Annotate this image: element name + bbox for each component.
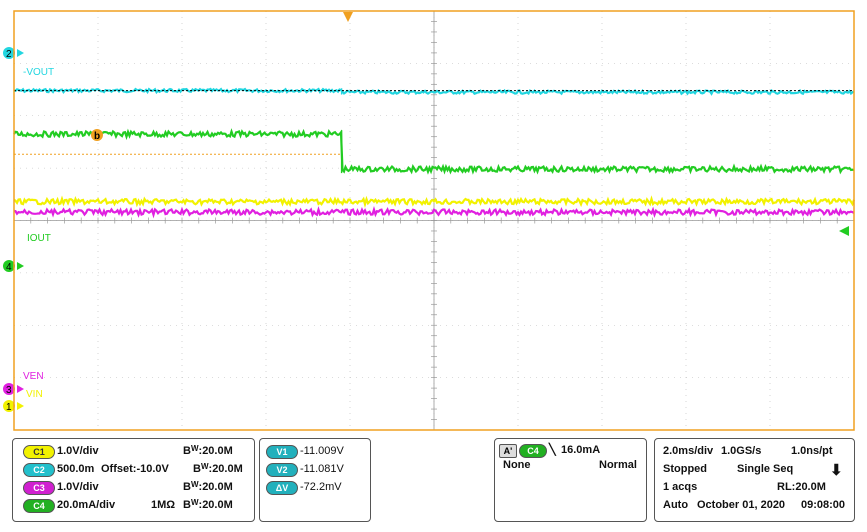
delta-v-value: -72.2mV bbox=[300, 481, 342, 493]
trigger-panel: A' C4 ╲ 16.0mA None Normal bbox=[494, 438, 647, 522]
acq-sequence: Single Seq bbox=[737, 463, 794, 475]
acq-count: 1 acqs bbox=[663, 481, 698, 493]
badge-c2[interactable]: C2 bbox=[23, 463, 55, 477]
badge-c3[interactable]: C3 bbox=[23, 481, 55, 495]
trace-label-vin: VIN bbox=[26, 389, 43, 400]
acq-down-arrow-icon: ⬇ bbox=[830, 462, 843, 479]
acq-date: October 01, 2020 bbox=[697, 499, 786, 511]
run-mode: Auto bbox=[663, 499, 689, 511]
v1-value: -11.009V bbox=[300, 445, 344, 457]
v2-value: -11.081V bbox=[300, 463, 344, 475]
trigger-coupling: None bbox=[503, 459, 531, 471]
sample-rate: 1.0GS/s bbox=[721, 445, 762, 457]
badge-v2[interactable]: V2 bbox=[266, 463, 298, 477]
trigger-edge-icon: ╲ bbox=[549, 444, 556, 456]
trigger-level: 16.0mA bbox=[561, 444, 601, 456]
acquisition-panel: 2.0ms/div 1.0GS/s 1.0ns/pt Stopped Singl… bbox=[654, 438, 855, 522]
resolution: 1.0ns/pt bbox=[791, 445, 833, 457]
record-length: RL:20.0M bbox=[777, 481, 826, 493]
channel-marker-label: 3 bbox=[6, 385, 12, 396]
c4-coupling: 1MΩ bbox=[151, 499, 176, 511]
trace-label-ven: VEN bbox=[23, 371, 44, 382]
c2-scale: 500.0m bbox=[57, 463, 95, 475]
channel-marker-label: 1 bbox=[6, 402, 12, 413]
c1-bandwidth: BW:20.0M bbox=[183, 444, 233, 457]
trace-label-vout: -VOUT bbox=[23, 67, 54, 78]
trigger-mode: Normal bbox=[599, 459, 637, 471]
svg-text:b: b bbox=[94, 131, 100, 142]
timebase: 2.0ms/div bbox=[663, 445, 714, 457]
oscilloscope-graticule: 1 2 3 4 b -VOUT IOUT VEN VIN bbox=[3, 10, 856, 431]
badge-v1[interactable]: V1 bbox=[266, 445, 298, 459]
c1-scale: 1.0V/div bbox=[57, 445, 99, 457]
trigger-source-badge[interactable]: C4 bbox=[519, 444, 547, 458]
trigger-a-badge[interactable]: A' bbox=[499, 444, 517, 458]
badge-delta-v[interactable]: ΔV bbox=[266, 481, 298, 495]
channel-marker-label: 2 bbox=[6, 49, 12, 60]
acq-time: 09:08:00 bbox=[801, 499, 846, 511]
acq-state: Stopped bbox=[663, 463, 707, 475]
c2-offset: Offset:-10.0V bbox=[101, 463, 169, 475]
cursor-measurement-panel: V1 -11.009V V2 -11.081V ΔV -72.2mV bbox=[259, 438, 371, 522]
c2-bandwidth: BW:20.0M bbox=[193, 462, 243, 475]
channel-marker-label: 4 bbox=[6, 262, 12, 273]
c4-scale: 20.0mA/div bbox=[57, 499, 116, 511]
c4-bandwidth: BW:20.0M bbox=[183, 498, 233, 511]
badge-c4[interactable]: C4 bbox=[23, 499, 55, 513]
c3-scale: 1.0V/div bbox=[57, 481, 99, 493]
trace-label-iout: IOUT bbox=[27, 233, 51, 244]
badge-c1[interactable]: C1 bbox=[23, 445, 55, 459]
channel-settings-panel: C1 1.0V/div BW:20.0M C2 500.0m Offset:-1… bbox=[12, 438, 255, 522]
c3-bandwidth: BW:20.0M bbox=[183, 480, 233, 493]
